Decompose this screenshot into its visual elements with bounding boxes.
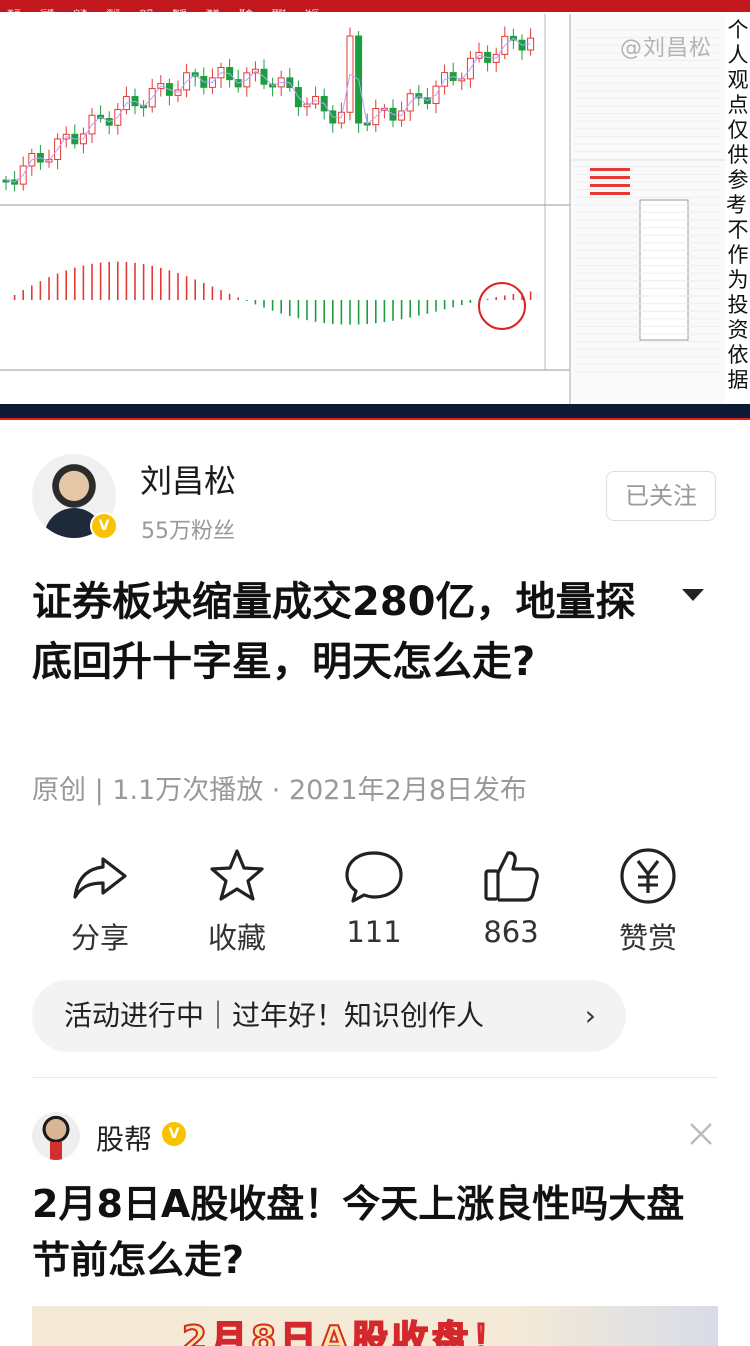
- quote-flow-bar: [590, 192, 630, 195]
- like-count: 863: [483, 915, 539, 949]
- expand-triangle-icon[interactable]: [680, 586, 706, 604]
- reward-label: 赞赏: [618, 921, 677, 955]
- author-name[interactable]: 刘昌松: [140, 456, 236, 502]
- video-progress-bar[interactable]: [0, 418, 750, 420]
- verified-badge-icon: V: [160, 1120, 188, 1148]
- back-arrow-icon[interactable]: [22, 22, 62, 62]
- video-title: 证券板块缩量成交280亿，地量探底回升十字星，明天怎么走?: [32, 579, 636, 685]
- chevron-right-icon: ›: [584, 999, 596, 1032]
- share-label: 分享: [70, 921, 129, 955]
- follow-button[interactable]: 已关注: [606, 471, 716, 521]
- video-player[interactable]: 首页 行情 自选 资讯 交易 数据 港美 基金 理财 社区 @刘昌松 个人观点仅…: [0, 0, 750, 420]
- favorite-button[interactable]: 收藏: [169, 845, 305, 957]
- activity-banner[interactable]: 活动进行中｜过年好！知识创作人 ›: [32, 980, 626, 1052]
- thumbs-up-icon: [484, 851, 539, 902]
- author-fans-count: 55万粉丝: [141, 519, 235, 544]
- verified-badge-icon: V: [90, 512, 118, 540]
- yuan-icon: [620, 848, 676, 904]
- quote-flow-bar: [590, 176, 630, 179]
- reward-button[interactable]: 赞赏: [580, 845, 716, 957]
- like-button[interactable]: 863: [443, 845, 579, 949]
- rec-author-name[interactable]: 股帮: [96, 1118, 152, 1158]
- share-icon: [73, 857, 127, 899]
- share-button[interactable]: 分享: [32, 845, 168, 957]
- star-icon: [210, 849, 264, 901]
- quote-flow-bar: [590, 184, 630, 187]
- video-watermark: @刘昌松: [620, 36, 713, 61]
- rec-video-thumbnail[interactable]: 2月8日A股收盘！: [32, 1306, 718, 1346]
- section-divider: [32, 1077, 718, 1078]
- rec-video-title[interactable]: 2月8日A股收盘！今天上涨良性吗大盘节前怎么走?: [32, 1176, 718, 1288]
- activity-banner-text: 活动进行中｜过年好！知识创作人: [64, 999, 485, 1032]
- avatar-figure: [50, 1142, 62, 1160]
- close-icon[interactable]: [688, 1121, 714, 1147]
- thumbnail-caption: 2月8日A股收盘！: [181, 1318, 512, 1346]
- favorite-label: 收藏: [207, 921, 266, 955]
- comment-icon: [345, 851, 403, 903]
- video-disclaimer: 个人观点仅供参考，不作为投资依据: [726, 18, 750, 393]
- action-bar: 分享 收藏 111 863 赞赏: [32, 845, 718, 955]
- quote-flow-bar: [590, 168, 630, 171]
- video-meta: 原创 | 1.1万次播放 · 2021年2月8日发布: [32, 775, 528, 806]
- comment-count: 111: [346, 915, 402, 949]
- comment-button[interactable]: 111: [306, 845, 442, 949]
- rec-author-avatar[interactable]: [32, 1112, 80, 1160]
